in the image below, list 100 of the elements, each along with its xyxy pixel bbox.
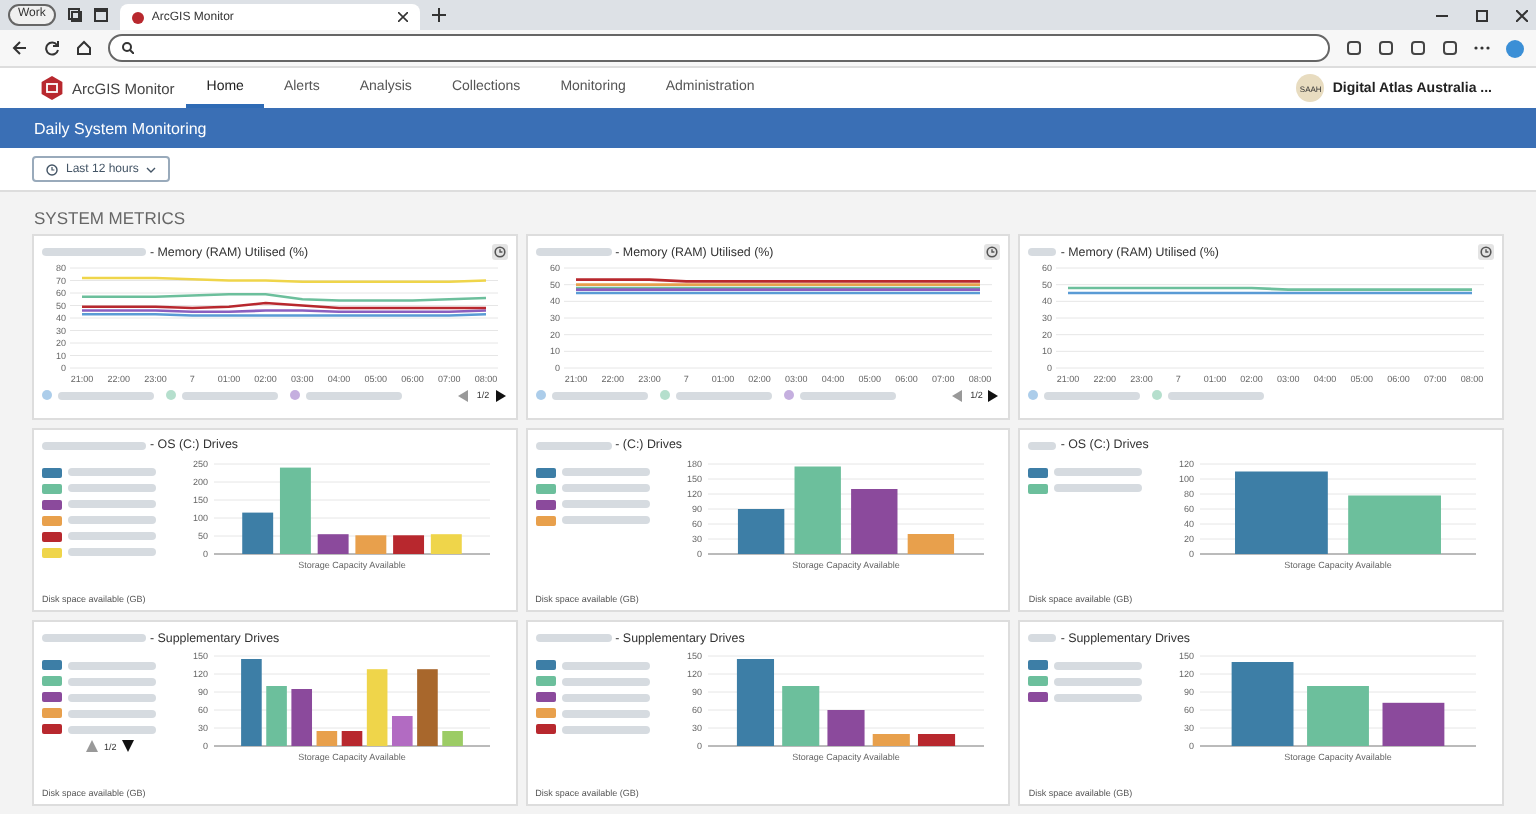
blurred-text bbox=[561, 709, 650, 718]
window-icon[interactable] bbox=[93, 8, 108, 22]
left-arrow-icon[interactable] bbox=[952, 389, 965, 401]
legend-swatch-icon bbox=[1152, 390, 1163, 400]
blurred-text bbox=[561, 677, 650, 686]
minimize-icon[interactable] bbox=[1436, 9, 1448, 21]
legend-swatch-icon bbox=[166, 390, 176, 400]
legend-swatch-icon bbox=[290, 390, 300, 400]
legend-swatch-icon bbox=[535, 676, 556, 687]
blurred-text bbox=[68, 693, 156, 702]
search-icon bbox=[122, 42, 134, 54]
legend-swatch-icon bbox=[1028, 390, 1039, 400]
page-title: Daily System Monitoring bbox=[34, 119, 207, 137]
legend-swatch-icon bbox=[535, 390, 546, 400]
close-icon[interactable] bbox=[1516, 9, 1528, 21]
logo-icon bbox=[40, 76, 64, 100]
caret-icon bbox=[146, 165, 157, 173]
section-title: SYSTEM METRICS bbox=[34, 208, 186, 228]
home-icon[interactable] bbox=[76, 40, 92, 56]
legend-swatch-icon bbox=[535, 660, 556, 671]
blurred-text bbox=[68, 468, 156, 477]
copilot-icon[interactable] bbox=[1506, 39, 1524, 57]
clock-icon bbox=[46, 163, 58, 175]
blurred-text bbox=[561, 500, 650, 509]
close-icon[interactable] bbox=[397, 12, 408, 22]
legend-swatch-icon bbox=[1028, 483, 1049, 494]
right-arrow-icon[interactable] bbox=[495, 389, 508, 401]
legend-swatch-icon bbox=[42, 499, 62, 510]
blurred-text bbox=[1168, 391, 1265, 399]
legend-swatch-icon bbox=[42, 483, 62, 494]
blurred-text bbox=[1054, 693, 1143, 702]
blurred-text bbox=[68, 677, 156, 686]
back-icon[interactable] bbox=[12, 40, 28, 56]
blurred-text bbox=[675, 391, 772, 399]
blurred-text bbox=[1028, 441, 1057, 450]
blurred-text bbox=[68, 516, 156, 525]
legend-swatch-icon bbox=[42, 724, 62, 735]
address-field[interactable] bbox=[108, 34, 1330, 62]
blurred-text bbox=[535, 248, 612, 256]
legend-swatch-icon bbox=[535, 515, 556, 526]
blurred-text bbox=[561, 484, 650, 493]
blurred-text bbox=[42, 248, 146, 256]
blurred-text bbox=[182, 391, 278, 399]
history-icon[interactable] bbox=[1478, 244, 1494, 260]
legend-swatch-icon bbox=[535, 483, 556, 494]
legend-swatch-icon bbox=[42, 515, 62, 526]
blurred-text bbox=[561, 661, 650, 670]
history-icon[interactable] bbox=[491, 244, 508, 260]
legend-swatch-icon bbox=[535, 692, 556, 703]
legend-swatch-icon bbox=[535, 724, 556, 735]
blurred-text bbox=[68, 709, 156, 718]
legend-swatch-icon bbox=[42, 531, 62, 542]
blurred-text bbox=[42, 441, 146, 450]
blurred-text bbox=[561, 516, 650, 525]
blurred-text bbox=[68, 548, 156, 557]
legend-swatch-icon bbox=[535, 708, 556, 719]
legend-swatch-icon bbox=[42, 547, 62, 558]
blurred-text bbox=[68, 532, 156, 541]
legend-swatch-icon bbox=[535, 499, 556, 510]
blurred-text bbox=[306, 391, 402, 399]
legend-swatch-icon bbox=[42, 660, 62, 671]
refresh-icon[interactable] bbox=[44, 40, 60, 56]
right-arrow-icon[interactable] bbox=[988, 389, 1001, 401]
legend-swatch-icon bbox=[42, 467, 62, 478]
blurred-text bbox=[42, 634, 146, 643]
left-arrow-icon[interactable] bbox=[458, 389, 471, 401]
legend-swatch-icon bbox=[1028, 676, 1049, 687]
blurred-text bbox=[1054, 468, 1143, 477]
blurred-text bbox=[58, 391, 154, 399]
tabs-icon[interactable] bbox=[67, 8, 82, 22]
maximize-icon[interactable] bbox=[1476, 9, 1488, 21]
legend-swatch-icon bbox=[42, 676, 62, 687]
up-arrow-icon[interactable] bbox=[86, 740, 98, 753]
legend-swatch-icon bbox=[1028, 660, 1049, 671]
history-icon[interactable] bbox=[984, 244, 1001, 260]
blurred-text bbox=[535, 634, 612, 643]
blurred-text bbox=[561, 468, 650, 477]
blurred-text bbox=[68, 725, 156, 734]
blurred-text bbox=[68, 500, 156, 509]
blurred-text bbox=[561, 693, 650, 702]
blurred-text bbox=[1028, 634, 1057, 643]
down-arrow-icon[interactable] bbox=[122, 740, 135, 753]
blurred-text bbox=[561, 725, 650, 734]
legend-swatch-icon bbox=[535, 467, 556, 478]
legend-swatch-icon bbox=[42, 708, 62, 719]
blurred-text bbox=[68, 661, 156, 670]
legend-swatch-icon bbox=[659, 390, 670, 400]
new-tab-icon[interactable] bbox=[431, 8, 446, 22]
legend-swatch-icon bbox=[42, 692, 62, 703]
blurred-text bbox=[1028, 248, 1057, 256]
blurred-text bbox=[68, 484, 156, 493]
blurred-text bbox=[1044, 391, 1141, 399]
blurred-text bbox=[1054, 661, 1143, 670]
legend-swatch-icon bbox=[783, 390, 794, 400]
blurred-text bbox=[1054, 677, 1143, 686]
blurred-text bbox=[535, 441, 612, 450]
blurred-text bbox=[551, 391, 648, 399]
blurred-text bbox=[799, 391, 896, 399]
legend-swatch-icon bbox=[42, 390, 52, 400]
legend-swatch-icon bbox=[1028, 692, 1049, 703]
